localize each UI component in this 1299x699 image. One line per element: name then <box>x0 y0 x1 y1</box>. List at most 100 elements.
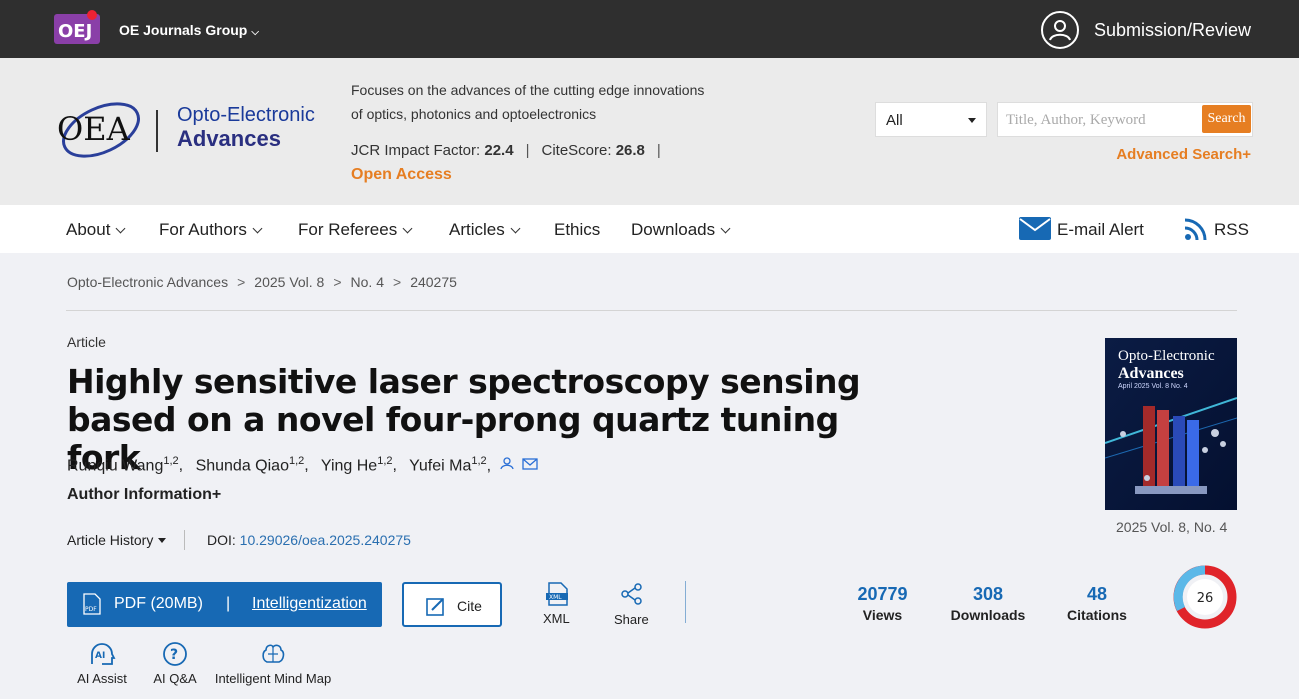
journal-name-line2: Advances <box>177 126 281 151</box>
journal-tagline: Focuses on the advances of the cutting e… <box>351 78 731 126</box>
submission-review-link[interactable]: Submission/Review <box>1094 20 1251 41</box>
breadcrumb-item[interactable]: Opto-Electronic Advances <box>67 274 228 290</box>
cover-title-line1: Opto-Electronic <box>1118 348 1215 364</box>
svg-text:XML: XML <box>549 594 562 601</box>
journal-cover-image[interactable]: Opto-Electronic Advances April 2025 Vol.… <box>1105 338 1237 510</box>
nav-item-label: Articles <box>449 220 505 239</box>
oe-journals-logo-icon[interactable]: OEJ <box>52 6 102 52</box>
citescore-label: CiteScore: <box>541 142 612 159</box>
tool-label: AI Assist <box>77 671 127 686</box>
envelope-icon[interactable] <box>522 458 538 470</box>
chevron-down-icon <box>720 223 731 234</box>
nav-item-about[interactable]: About <box>66 220 126 240</box>
altmetric-donut-icon[interactable]: 26 <box>1173 565 1237 629</box>
nav-item-label: Downloads <box>631 220 716 239</box>
pdf-download-button[interactable]: PDF PDF (20MB) | Intelligentization <box>67 582 382 627</box>
main-nav: About For Authors For Referees Articles … <box>0 205 1299 253</box>
search-input[interactable] <box>1006 110 1196 130</box>
stat-value: 48 <box>1086 584 1108 604</box>
mail-icon[interactable] <box>1019 217 1051 240</box>
journal-name-line1: Opto-Electronic <box>177 104 315 126</box>
author-information-toggle[interactable]: Author Information+ <box>67 486 221 504</box>
caret-down-icon <box>158 538 167 543</box>
author-name[interactable]: Yufei Ma <box>409 457 471 474</box>
mind-map-tool[interactable]: Intelligent Mind Map <box>214 640 332 686</box>
intelligentization-link[interactable]: Intelligentization <box>252 595 367 613</box>
author-affiliation: 1,2 <box>163 455 179 467</box>
cite-label: Cite <box>457 598 482 614</box>
tagline-line1: Focuses on the advances of the cutting e… <box>351 82 705 98</box>
nav-item-downloads[interactable]: Downloads <box>631 220 731 240</box>
author-name[interactable]: Runqiu Wang <box>67 457 163 474</box>
author-affiliation: 1,2 <box>377 455 393 467</box>
stat-value: 20779 <box>857 584 908 604</box>
stat-label: Citations <box>1067 607 1127 623</box>
brain-icon <box>262 644 285 663</box>
article-title-line1: Highly sensitive laser spectroscopy sens… <box>67 362 861 401</box>
cover-caption[interactable]: 2025 Vol. 8, No. 4 <box>1116 519 1227 535</box>
button-separator: | <box>226 595 231 612</box>
email-alert-link[interactable]: E-mail Alert <box>1057 220 1144 240</box>
search-scope-select[interactable]: All <box>875 102 987 137</box>
question-icon: ? <box>163 642 187 666</box>
stat-label: Downloads <box>950 607 1026 623</box>
ai-assist-tool[interactable]: AI AI Assist <box>76 640 128 686</box>
author-affiliation: 1,2 <box>288 455 305 467</box>
journal-metrics: JCR Impact Factor: 22.4 | CiteScore: 26.8 | <box>351 142 661 159</box>
advanced-search-link[interactable]: Advanced Search+ <box>1116 146 1251 163</box>
tagline-line2: of optics, photonics and optoelectronics <box>351 106 597 122</box>
journal-name[interactable]: Opto-Electronic Advances <box>177 103 315 151</box>
journal-header: OEA Opto-Electronic Advances Focuses on … <box>0 58 1299 205</box>
nav-item-label: For Authors <box>159 220 247 239</box>
top-bar: OEJ OE Journals Group ⌵ Submission/Review <box>0 0 1299 58</box>
journals-group-menu[interactable]: OE Journals Group ⌵ <box>119 22 259 38</box>
ai-head-icon: AI <box>91 643 116 665</box>
ai-qa-tool[interactable]: ? AI Q&A <box>152 640 198 686</box>
svg-text:PDF: PDF <box>85 606 97 613</box>
author-name[interactable]: Shunda Qiao <box>196 457 289 474</box>
rss-icon[interactable] <box>1184 217 1208 241</box>
nav-item-for-authors[interactable]: For Authors <box>159 220 263 240</box>
article-history-toggle[interactable]: Article History <box>67 532 167 548</box>
chevron-down-icon <box>115 223 126 234</box>
search-button[interactable]: Search <box>1202 105 1251 133</box>
doi-link[interactable]: 10.29026/oea.2025.240275 <box>240 532 411 548</box>
xml-file-icon: XML <box>546 582 568 606</box>
cite-button[interactable]: Cite <box>402 582 502 627</box>
jcr-value: 22.4 <box>484 142 514 159</box>
user-icon[interactable] <box>1041 11 1079 49</box>
svg-text:?: ? <box>170 647 178 663</box>
oea-logo-icon[interactable]: OEA <box>56 93 146 167</box>
stat-label: Views <box>862 607 903 623</box>
nav-item-articles[interactable]: Articles <box>449 220 521 240</box>
citescore-value: 26.8 <box>615 142 645 159</box>
breadcrumb-item[interactable]: 2025 Vol. 8 <box>254 274 324 290</box>
nav-item-for-referees[interactable]: For Referees <box>298 220 413 240</box>
xml-label: XML <box>543 611 570 626</box>
jcr-label: JCR Impact Factor: <box>351 142 481 159</box>
author-name[interactable]: Ying He <box>321 457 377 474</box>
rss-link[interactable]: RSS <box>1214 220 1249 240</box>
nav-item-label: For Referees <box>298 220 398 239</box>
logo-text: OEA <box>57 110 131 148</box>
doi: DOI: 10.29026/oea.2025.240275 <box>207 532 411 548</box>
logo-divider <box>156 110 158 152</box>
nav-item-ethics[interactable]: Ethics <box>554 220 600 240</box>
chevron-down-icon <box>252 223 263 234</box>
divider <box>66 310 1237 311</box>
doi-label: DOI: <box>207 532 236 548</box>
chevron-down-icon <box>402 223 413 234</box>
journals-group-label: OE Journals Group <box>119 22 248 38</box>
divider <box>685 581 686 623</box>
share-label: Share <box>614 612 649 627</box>
pdf-label: PDF (20MB) <box>114 595 203 612</box>
svg-text:AI: AI <box>95 651 105 661</box>
breadcrumb: Opto-Electronic Advances >2025 Vol. 8 > No.… <box>67 274 457 290</box>
person-icon[interactable] <box>499 457 514 470</box>
cover-title-line2: Advances <box>1118 365 1184 382</box>
tool-label: AI Q&A <box>153 671 197 686</box>
breadcrumb-item: 240275 <box>410 274 457 290</box>
svg-text:OEJ: OEJ <box>58 21 92 42</box>
chevron-down-icon: ⌵ <box>251 27 259 38</box>
breadcrumb-item[interactable]: No. 4 <box>351 274 384 290</box>
